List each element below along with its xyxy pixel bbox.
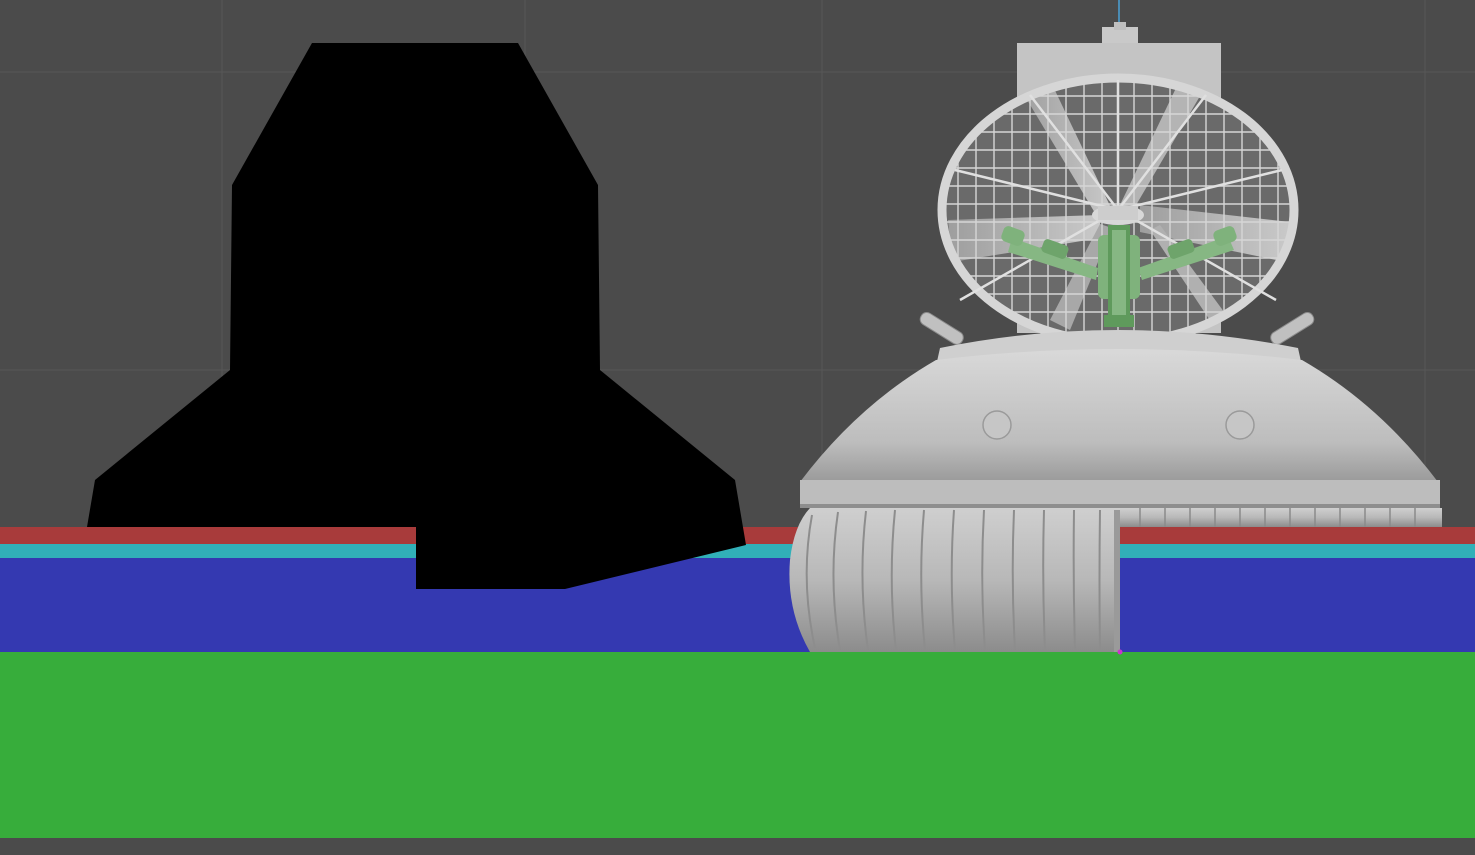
3d-viewport[interactable] [0,0,1475,855]
band-bottom-strip [0,838,1475,855]
skirt-front[interactable] [789,508,1120,652]
deck-rim [800,480,1440,506]
vertex-marker[interactable] [1117,649,1123,655]
mast [1114,22,1126,30]
band-blue[interactable] [0,558,1475,652]
band-green[interactable] [0,652,1475,838]
viewport-scene[interactable] [0,0,1475,855]
skirt-rear [1120,508,1442,527]
